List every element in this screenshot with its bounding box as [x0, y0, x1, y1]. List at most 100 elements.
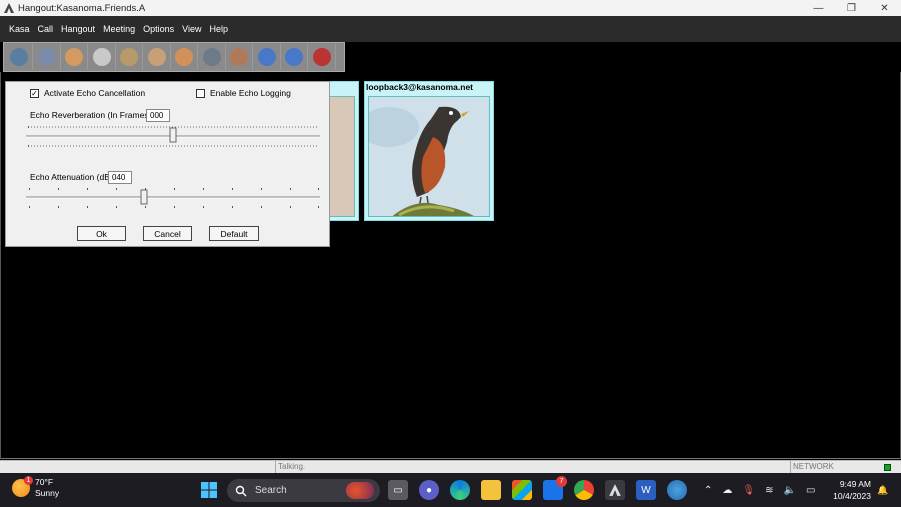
- teams-icon[interactable]: ●: [419, 480, 439, 500]
- attenuation-ticks-top: [29, 188, 319, 190]
- clock[interactable]: 9:49 AM 10/4/2023: [833, 478, 871, 502]
- clock-date: 10/4/2023: [833, 491, 871, 501]
- word-icon[interactable]: W: [636, 480, 656, 500]
- checkbox-label: Activate Echo Cancellation: [44, 88, 146, 98]
- menu-call[interactable]: Call: [34, 24, 58, 34]
- weather-condition: Sunny: [35, 488, 60, 498]
- weather-temp: 70°F: [35, 477, 54, 487]
- menu-meeting[interactable]: Meeting: [99, 24, 139, 34]
- user-add-icon: [120, 48, 138, 66]
- arrow-right-icon: [257, 48, 276, 66]
- sun-icon: 1: [12, 476, 33, 497]
- menu-options[interactable]: Options: [139, 24, 178, 34]
- menu-bar: Kasa Call Hangout Meeting Options View H…: [0, 16, 901, 42]
- status-bar: Talking. NETWORK: [0, 460, 901, 473]
- volume-icon[interactable]: 🔈: [783, 485, 795, 496]
- mail-icon[interactable]: 7: [543, 476, 567, 500]
- attenuation-ticks-bottom: [29, 206, 319, 208]
- reverberation-slider-thumb[interactable]: [169, 127, 177, 143]
- network-label: NETWORK: [790, 461, 880, 473]
- network-status-indicator: [884, 464, 891, 471]
- task-view-icon[interactable]: ▭: [388, 480, 408, 500]
- wifi-icon[interactable]: ≋: [765, 485, 773, 496]
- start-button[interactable]: [199, 480, 219, 500]
- cloud-icon[interactable]: ☁: [722, 485, 732, 496]
- video-feed: [368, 96, 490, 217]
- menu-help[interactable]: Help: [205, 24, 232, 34]
- attenuation-value: 040: [108, 171, 132, 184]
- mail-badge: 7: [556, 476, 567, 487]
- menu-hangout[interactable]: Hangout: [57, 24, 99, 34]
- checkbox-label: Enable Echo Logging: [210, 88, 291, 98]
- ok-button[interactable]: Ok: [77, 226, 126, 241]
- toolbar-button-person-dark[interactable]: [199, 44, 226, 70]
- toolbar-button-forward[interactable]: [254, 44, 281, 70]
- toolbar-button-check[interactable]: [34, 44, 61, 70]
- checkmark-icon: [37, 48, 56, 66]
- file-explorer-icon[interactable]: [481, 480, 501, 500]
- chrome-icon[interactable]: [574, 480, 594, 500]
- attenuation-slider-thumb[interactable]: [140, 189, 148, 205]
- users-icon: [147, 48, 166, 66]
- battery-icon[interactable]: ▭: [806, 485, 815, 496]
- store-icon[interactable]: [512, 480, 532, 500]
- clock-time: 9:49 AM: [839, 479, 871, 489]
- enable-echo-logging-checkbox[interactable]: Enable Echo Logging: [196, 88, 291, 98]
- search-icon: [235, 485, 247, 496]
- kasanoma-taskbar-icon[interactable]: [605, 480, 625, 500]
- kasanoma-icon: [609, 484, 621, 496]
- toolbar-button-help[interactable]: [309, 44, 336, 70]
- document-icon: [92, 48, 111, 66]
- toolbar-button-globe[interactable]: [6, 44, 33, 70]
- toolbar-button-person[interactable]: [171, 44, 198, 70]
- tile-label: loopback3@kasanoma.net: [366, 82, 474, 92]
- arrow-left-icon: [285, 48, 303, 66]
- person-icon: [175, 48, 193, 66]
- person-dark-icon: [202, 48, 221, 66]
- reverberation-slider[interactable]: [26, 124, 321, 150]
- reverberation-label: Echo Reverberation (In Frames): [30, 110, 152, 120]
- toolbar-button-back[interactable]: [281, 44, 308, 70]
- reverberation-value: 000: [146, 109, 170, 122]
- search-label: Search: [255, 485, 287, 496]
- chevron-up-icon[interactable]: ⌃: [704, 485, 712, 496]
- globe-app-icon[interactable]: [667, 480, 687, 500]
- toolbar-button-add-user[interactable]: [116, 44, 143, 70]
- taskbar: 1 70°F Sunny Search ▭ ● 7 W ⌃ ☁ 🎙 ≋ 🔈 ▭ …: [0, 473, 901, 507]
- windows-icon: [201, 482, 217, 498]
- robin-image: [369, 97, 489, 216]
- help-icon: [312, 48, 331, 66]
- close-button[interactable]: ✕: [868, 0, 901, 16]
- window-title: Hangout:Kasanoma.Friends.A: [18, 2, 146, 14]
- checkbox-box: ✓: [30, 88, 39, 98]
- menu-view[interactable]: View: [178, 24, 205, 34]
- weather-widget[interactable]: 1 70°F Sunny: [12, 476, 60, 499]
- attenuation-slider[interactable]: [26, 186, 321, 210]
- toolbar-button-document[interactable]: [89, 44, 116, 70]
- toolbar: [3, 42, 345, 72]
- activate-echo-cancellation-checkbox[interactable]: ✓ Activate Echo Cancellation: [30, 88, 145, 98]
- cancel-button[interactable]: Cancel: [143, 226, 192, 241]
- system-tray: ⌃ ☁ 🎙 ≋ 🔈 ▭: [704, 473, 825, 507]
- menu-kasa[interactable]: Kasa: [5, 24, 34, 34]
- video-tile-loopback[interactable]: loopback3@kasanoma.net: [364, 81, 494, 221]
- globe-icon: [10, 48, 28, 66]
- default-button[interactable]: Default: [209, 226, 259, 241]
- toolbar-button-user[interactable]: [61, 44, 88, 70]
- title-bar: Hangout:Kasanoma.Friends.A — ❐ ✕: [0, 0, 901, 16]
- weather-badge: 1: [24, 476, 33, 485]
- box-icon: [230, 48, 248, 66]
- edge-icon[interactable]: [450, 480, 470, 500]
- restore-button[interactable]: ❐: [835, 0, 868, 16]
- echo-settings-dialog: ✓ Activate Echo Cancellation Enable Echo…: [5, 81, 330, 247]
- taskbar-search[interactable]: Search: [227, 479, 380, 502]
- toolbar-button-box[interactable]: [226, 44, 253, 70]
- status-text: Talking.: [275, 461, 790, 473]
- toolbar-button-users[interactable]: [144, 44, 171, 70]
- user-icon: [65, 48, 83, 66]
- microphone-icon[interactable]: 🎙: [742, 485, 755, 496]
- notification-icon[interactable]: 🔔: [876, 481, 890, 499]
- minimize-button[interactable]: —: [802, 0, 835, 16]
- attenuation-label: Echo Attenuation (dB): [30, 172, 113, 182]
- kasanoma-app-icon: [4, 3, 14, 13]
